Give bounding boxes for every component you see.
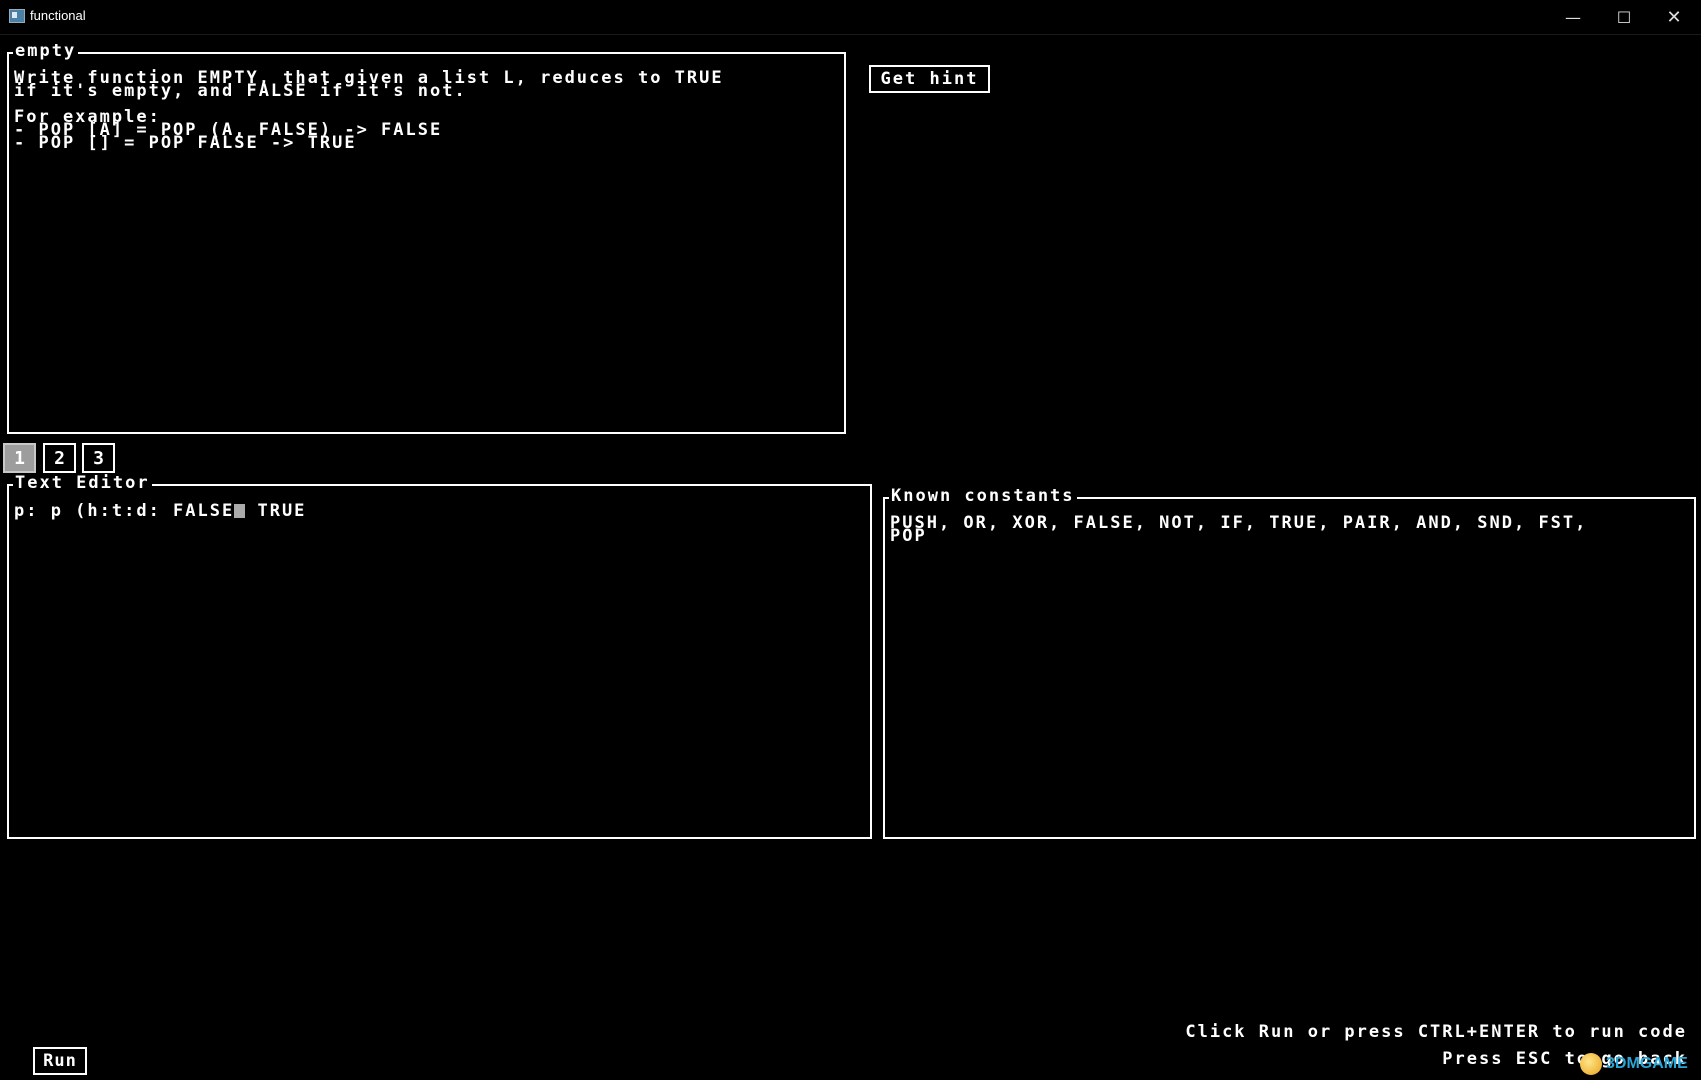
tab-3[interactable]: 3 xyxy=(82,443,115,473)
window-titlebar: functional — ☐ ✕ xyxy=(0,0,1701,35)
watermark: 3DMGAME xyxy=(1580,1052,1696,1076)
maximize-button[interactable]: ☐ xyxy=(1600,0,1648,34)
problem-title: empty xyxy=(13,41,79,61)
window-title: functional xyxy=(30,8,86,23)
tab-1[interactable]: 1 xyxy=(3,443,36,473)
watermark-text: 3DMGAME xyxy=(1606,1055,1688,1072)
code-text-before-cursor: p: p (h:t:d: FALSE xyxy=(14,501,235,521)
close-button[interactable]: ✕ xyxy=(1650,0,1698,34)
run-instructions: Click Run or press CTRL+ENTER to run cod… xyxy=(1185,1022,1687,1042)
known-constants-list: PUSH, OR, XOR, FALSE, NOT, IF, TRUE, PAI… xyxy=(890,513,1588,546)
code-text-after-cursor: TRUE xyxy=(245,501,307,521)
code-editor[interactable]: p: p (h:t:d: FALSE TRUE xyxy=(14,501,307,521)
text-editor-label: Text Editor xyxy=(13,473,152,493)
tab-2[interactable]: 2 xyxy=(43,443,76,473)
text-editor-panel[interactable]: Text Editor p: p (h:t:d: FALSE TRUE xyxy=(7,474,872,839)
watermark-logo-icon xyxy=(1580,1053,1602,1075)
known-constants-label: Known constants xyxy=(889,486,1077,506)
minimize-button[interactable]: — xyxy=(1549,0,1597,34)
text-cursor xyxy=(234,504,246,518)
problem-description: Write function EMPTY, that given a list … xyxy=(14,68,724,153)
problem-panel: empty Write function EMPTY, that given a… xyxy=(7,42,846,434)
run-button[interactable]: Run xyxy=(33,1047,87,1075)
known-constants-panel: Known constants PUSH, OR, XOR, FALSE, NO… xyxy=(883,487,1696,839)
get-hint-button[interactable]: Get hint xyxy=(869,65,990,93)
app-icon xyxy=(9,9,25,23)
